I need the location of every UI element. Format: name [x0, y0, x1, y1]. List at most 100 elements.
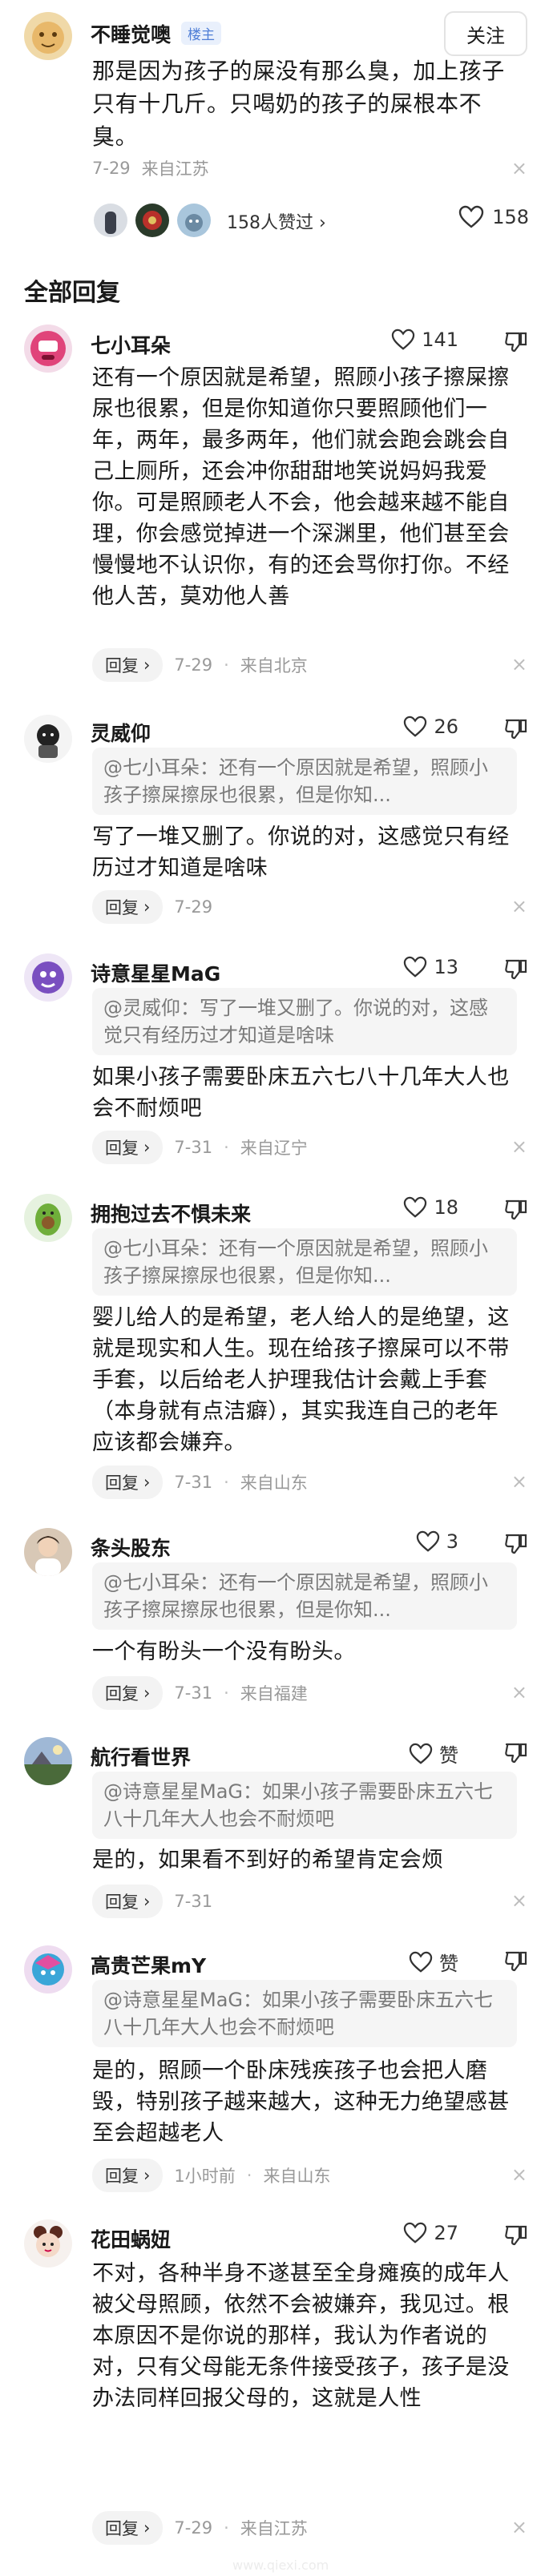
- reply-button[interactable]: 回复 ›: [92, 2511, 163, 2545]
- dislike-icon[interactable]: [503, 1530, 529, 1556]
- likers-count-link[interactable]: 158人赞过 ›: [227, 208, 326, 234]
- op-badge: 楼主: [181, 22, 221, 45]
- heart-icon: [404, 1196, 427, 1218]
- heart-icon: [404, 716, 427, 737]
- chevron-right-icon: ›: [143, 897, 151, 917]
- quoted-reply[interactable]: @诗意星星MaG：如果小孩子需要卧床五六七八十几年大人也会不耐烦吧: [92, 1772, 517, 1839]
- comment-username[interactable]: 花田蜗妞: [91, 2224, 171, 2253]
- comment-avatar[interactable]: [24, 1945, 72, 1993]
- heart-icon: [392, 329, 415, 350]
- comment-time: 1小时前: [174, 2167, 236, 2186]
- comment-location: 来自北京: [240, 656, 308, 675]
- comment-avatar[interactable]: [24, 1194, 72, 1242]
- like-button[interactable]: 赞: [409, 1740, 458, 1768]
- like-count: 赞: [439, 1953, 458, 1975]
- reply-button[interactable]: 回复 ›: [92, 1131, 163, 1164]
- op-close-icon[interactable]: ×: [511, 157, 527, 179]
- op-like-button[interactable]: 158: [458, 205, 529, 229]
- chevron-right-icon: ›: [143, 1473, 151, 1492]
- like-button[interactable]: 26: [403, 716, 458, 738]
- op-location: 来自江苏: [141, 159, 209, 179]
- quoted-reply[interactable]: @七小耳朵：还有一个原因就是希望，照顾小孩子擦屎擦尿也很累，但是你知...: [92, 1228, 517, 1296]
- close-icon[interactable]: ×: [511, 1135, 527, 1158]
- reply-button[interactable]: 回复 ›: [92, 1465, 163, 1499]
- op-avatar[interactable]: [24, 12, 72, 60]
- reply-button[interactable]: 回复 ›: [92, 890, 163, 924]
- like-count: 141: [422, 329, 458, 351]
- comment-avatar[interactable]: [24, 715, 72, 763]
- op-like-count: 158: [492, 206, 529, 228]
- dislike-icon[interactable]: [503, 1948, 529, 1973]
- dislike-icon[interactable]: [503, 329, 529, 354]
- comment-meta: 回复 › 7-29: [92, 890, 213, 924]
- comment-avatar[interactable]: [24, 325, 72, 373]
- close-icon[interactable]: ×: [511, 2163, 527, 2186]
- quoted-reply[interactable]: @诗意星星MaG：如果小孩子需要卧床五六七八十几年大人也会不耐烦吧: [92, 1980, 517, 2047]
- comment-avatar[interactable]: [24, 953, 72, 1002]
- heart-icon: [404, 2222, 427, 2243]
- dislike-icon[interactable]: [503, 2222, 529, 2247]
- dislike-icon[interactable]: [503, 1196, 529, 1222]
- likers-row[interactable]: 158人赞过 › 158: [92, 202, 529, 242]
- heart-icon: [409, 1743, 433, 1764]
- like-count: 赞: [439, 1744, 458, 1767]
- comment-avatar[interactable]: [24, 1737, 72, 1785]
- watermark: www.qiexi.com: [232, 2558, 329, 2573]
- like-count: 26: [434, 716, 458, 738]
- close-icon[interactable]: ×: [511, 1681, 527, 1703]
- close-icon[interactable]: ×: [511, 2516, 527, 2538]
- comment-location: 来自山东: [240, 1473, 308, 1493]
- comment-username[interactable]: 拥抱过去不惧未来: [91, 1199, 251, 1228]
- close-icon[interactable]: ×: [511, 1889, 527, 1912]
- chevron-right-icon: ›: [143, 1683, 151, 1703]
- like-button[interactable]: 141: [391, 329, 458, 351]
- reply-button[interactable]: 回复 ›: [92, 1885, 163, 1918]
- comment-time: 7-31: [174, 1892, 213, 1911]
- comment-username[interactable]: 条头股东: [91, 1533, 171, 1562]
- comment-time: 7-29: [174, 897, 213, 917]
- op-username[interactable]: 不睡觉噢: [91, 19, 171, 48]
- comment-username[interactable]: 高贵芒果mY: [91, 1950, 206, 1979]
- comment-time: 7-31: [174, 1473, 213, 1492]
- comment-meta: 回复 › 7-31 · 来自辽宁: [92, 1131, 308, 1164]
- close-icon[interactable]: ×: [511, 653, 527, 675]
- close-icon[interactable]: ×: [511, 895, 527, 917]
- comment-username[interactable]: 诗意星星MaG: [91, 958, 220, 987]
- dislike-icon[interactable]: [503, 716, 529, 741]
- quoted-reply[interactable]: @七小耳朵：还有一个原因就是希望，照顾小孩子擦屎擦尿也很累，但是你知...: [92, 1562, 517, 1630]
- op-post-text: 那是因为孩子的屎没有那么臭，加上孩子只有十几斤。只喝奶的孩子的屎根本不臭。: [92, 58, 505, 150]
- like-count: 18: [434, 1196, 458, 1219]
- like-button[interactable]: 赞: [409, 1948, 458, 1976]
- close-icon[interactable]: ×: [511, 1470, 527, 1493]
- comment-time: 7-29: [174, 655, 213, 675]
- quoted-reply[interactable]: @灵威仰：写了一堆又删了。你说的对，这感觉只有经历过才知道是啥味: [92, 988, 517, 1055]
- like-button[interactable]: 3: [416, 1530, 458, 1553]
- like-button[interactable]: 27: [403, 2222, 458, 2244]
- dislike-icon[interactable]: [503, 956, 529, 982]
- comment-meta: 回复 › 7-29 · 来自江苏: [92, 2511, 308, 2545]
- comment-text: 不对，各种半身不遂甚至全身瘫痪的成年人被父母照顾，依然不会被嫌弃，我见过。根本原…: [92, 2261, 510, 2411]
- comment-location: 来自辽宁: [240, 1139, 308, 1158]
- dislike-icon[interactable]: [503, 1740, 529, 1765]
- reply-button[interactable]: 回复 ›: [92, 648, 163, 682]
- comment-avatar[interactable]: [24, 1528, 72, 1576]
- chevron-right-icon: ›: [143, 2518, 151, 2538]
- op-meta: 7-29 来自江苏: [92, 152, 209, 184]
- comment-meta: 回复 › 7-31 · 来自山东: [92, 1465, 308, 1499]
- heart-icon: [458, 205, 484, 228]
- comment-username[interactable]: 航行看世界: [91, 1742, 191, 1771]
- comment-meta: 回复 › 7-29 · 来自北京: [92, 648, 308, 682]
- like-button[interactable]: 13: [403, 956, 458, 978]
- comment-username[interactable]: 灵威仰: [91, 718, 151, 747]
- comment-username[interactable]: 七小耳朵: [91, 330, 171, 359]
- heart-icon: [404, 956, 427, 978]
- comment-text: 是的，如果看不到好的希望肯定会烦: [92, 1848, 444, 1873]
- follow-button[interactable]: 关注: [444, 11, 527, 56]
- reply-button[interactable]: 回复 ›: [92, 2159, 163, 2192]
- reply-button[interactable]: 回复 ›: [92, 1676, 163, 1710]
- like-button[interactable]: 18: [403, 1196, 458, 1219]
- op-time: 7-29: [92, 159, 131, 178]
- quoted-reply[interactable]: @七小耳朵：还有一个原因就是希望，照顾小孩子擦屎擦尿也很累，但是你知...: [92, 748, 517, 815]
- comment-text: 还有一个原因就是希望，照顾小孩子擦屎擦尿也很累，但是你知道你只要照顾他们一年，两…: [92, 365, 510, 609]
- comment-avatar[interactable]: [24, 2219, 72, 2268]
